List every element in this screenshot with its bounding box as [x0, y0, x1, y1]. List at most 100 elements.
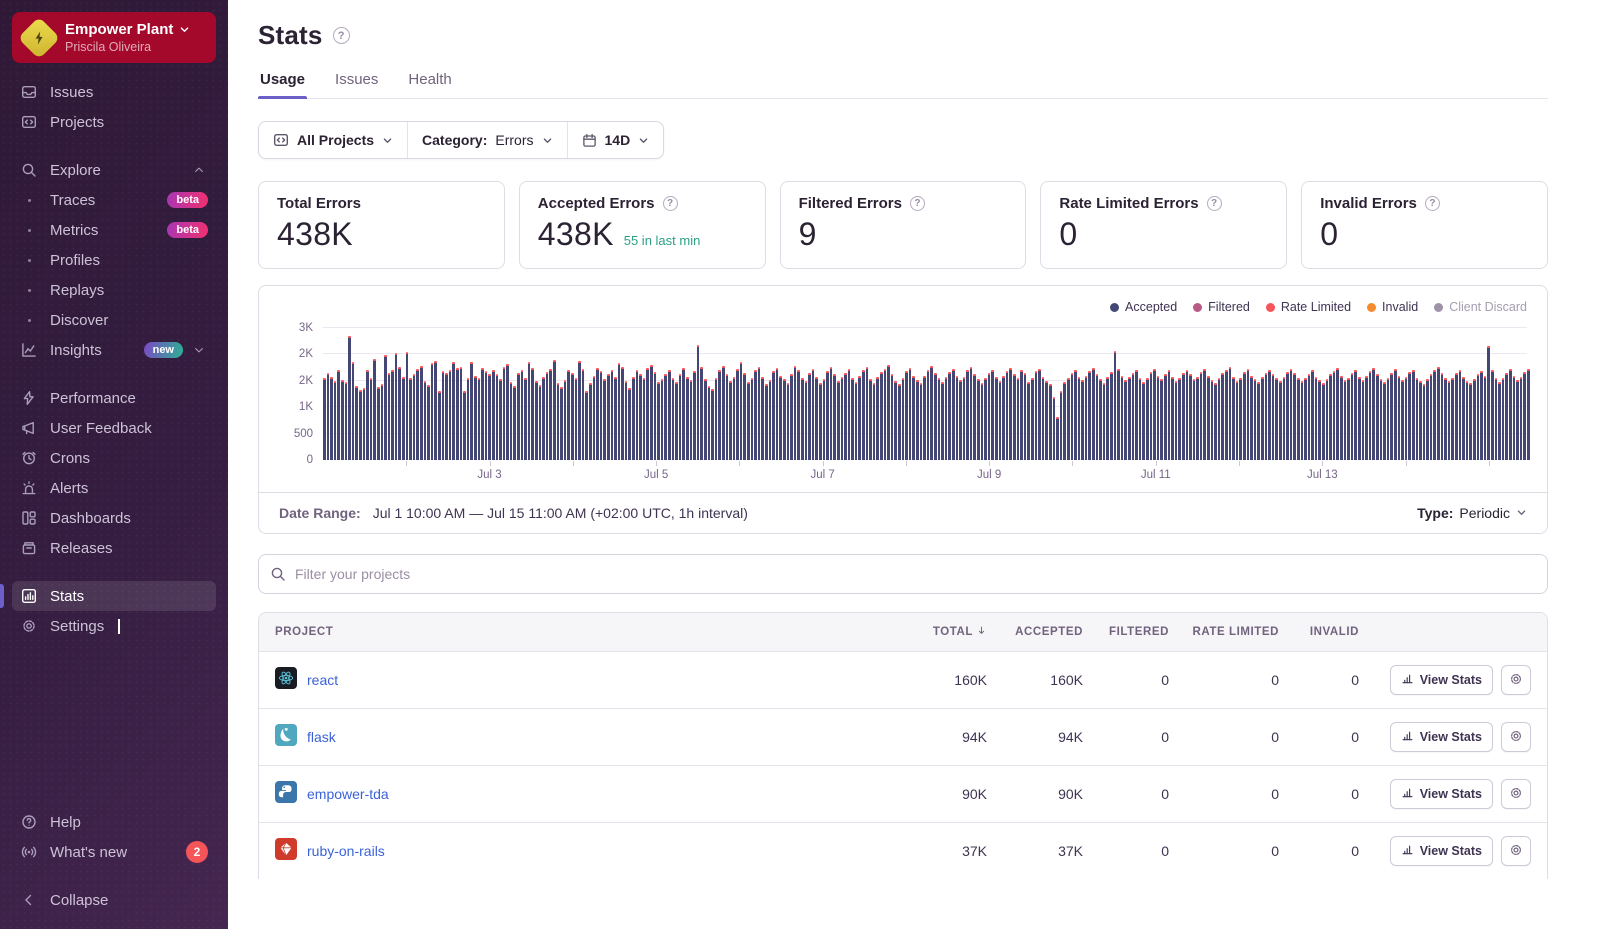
bar	[1423, 384, 1426, 460]
sidebar-item-traces[interactable]: Tracesbeta	[12, 185, 216, 215]
column-header-accepted[interactable]: ACCEPTED	[987, 626, 1083, 638]
bar	[442, 371, 445, 460]
bar	[539, 385, 542, 460]
page-help-icon[interactable]: ?	[333, 27, 350, 44]
sidebar-item-label: User Feedback	[50, 420, 152, 437]
cell-rate-limited: 0	[1169, 672, 1279, 688]
sidebar-item-explore[interactable]: Explore	[12, 155, 216, 185]
project-settings-button[interactable]	[1501, 722, 1531, 752]
bar	[1189, 374, 1192, 460]
bar	[636, 370, 639, 460]
column-header-invalid[interactable]: INVALID	[1279, 626, 1359, 638]
sidebar-item-alerts[interactable]: Alerts	[12, 473, 216, 503]
tab-usage[interactable]: Usage	[258, 67, 307, 98]
bar	[1132, 373, 1135, 460]
tab-health[interactable]: Health	[406, 67, 453, 98]
sidebar-item-help[interactable]: Help	[12, 807, 216, 837]
sidebar-item-issues[interactable]: Issues	[12, 77, 216, 107]
bar	[449, 370, 452, 460]
project-settings-button[interactable]	[1501, 779, 1531, 809]
projects-table-body: react160K160K000View Statsflask94K94K000…	[259, 651, 1547, 879]
help-icon[interactable]: ?	[910, 196, 925, 211]
sidebar-item-dashboards[interactable]: Dashboards	[12, 503, 216, 533]
sidebar-item-stats[interactable]: Stats	[12, 581, 216, 611]
category-selector[interactable]: Category: Errors	[407, 122, 566, 158]
bar	[1383, 382, 1386, 460]
view-stats-button[interactable]: View Stats	[1390, 836, 1493, 866]
help-icon[interactable]: ?	[1425, 196, 1440, 211]
project-link[interactable]: react	[307, 672, 338, 688]
score-card: Invalid Errors?0	[1301, 181, 1548, 269]
legend-dot-icon	[1434, 303, 1443, 312]
sidebar-item-label: What's new	[50, 844, 127, 861]
sidebar-item-performance[interactable]: Performance	[12, 383, 216, 413]
sidebar-item-projects[interactable]: Projects	[12, 107, 216, 137]
bar	[582, 369, 585, 460]
issues-icon	[20, 83, 38, 101]
gear-icon	[1509, 672, 1523, 689]
legend-item-invalid[interactable]: Invalid	[1367, 300, 1418, 314]
search-icon	[20, 161, 38, 179]
project-selector[interactable]: All Projects	[259, 122, 407, 158]
bar	[463, 391, 466, 460]
project-filter-input[interactable]	[258, 554, 1548, 594]
bar	[779, 376, 782, 460]
bar	[808, 373, 811, 460]
project-filter-box	[258, 554, 1548, 594]
column-header-project[interactable]: PROJECT	[275, 626, 879, 638]
project-link[interactable]: flask	[307, 729, 336, 745]
sidebar-item-whats-new[interactable]: What's new2	[12, 837, 216, 867]
tab-issues[interactable]: Issues	[333, 67, 380, 98]
project-link[interactable]: empower-tda	[307, 786, 389, 802]
cell-invalid: 0	[1279, 843, 1359, 859]
bar	[438, 391, 441, 460]
org-switcher[interactable]: Empower Plant Priscila Oliveira	[12, 12, 216, 63]
legend-label: Invalid	[1382, 300, 1418, 314]
column-header-rate-limited[interactable]: RATE LIMITED	[1169, 626, 1279, 638]
bar	[722, 366, 725, 460]
bar	[373, 359, 376, 460]
gear-icon	[1509, 843, 1523, 860]
help-icon[interactable]: ?	[663, 196, 678, 211]
sidebar-item-collapse[interactable]: Collapse	[12, 885, 216, 915]
legend-item-filtered[interactable]: Filtered	[1193, 300, 1250, 314]
sidebar-item-metrics[interactable]: Metricsbeta	[12, 215, 216, 245]
column-header-total[interactable]: TOTAL	[879, 625, 987, 639]
view-stats-button[interactable]: View Stats	[1390, 665, 1493, 695]
help-icon[interactable]: ?	[1207, 196, 1222, 211]
sidebar-item-crons[interactable]: Crons	[12, 443, 216, 473]
bar	[672, 378, 675, 460]
view-stats-button[interactable]: View Stats	[1390, 722, 1493, 752]
sidebar-item-discover[interactable]: Discover	[12, 305, 216, 335]
sidebar-item-user-feedback[interactable]: User Feedback	[12, 413, 216, 443]
bar	[1236, 381, 1239, 460]
bar	[1520, 377, 1523, 460]
view-stats-button[interactable]: View Stats	[1390, 779, 1493, 809]
sidebar-item-replays[interactable]: Replays	[12, 275, 216, 305]
project-link[interactable]: ruby-on-rails	[307, 843, 385, 859]
bar	[535, 381, 538, 460]
column-header-filtered[interactable]: FILTERED	[1083, 626, 1169, 638]
bar	[769, 380, 772, 460]
sidebar-item-profiles[interactable]: Profiles	[12, 245, 216, 275]
chart-type-selector[interactable]: Type: Periodic	[1417, 505, 1527, 521]
platform-icon-react	[275, 667, 297, 694]
legend-item-client-discard[interactable]: Client Discard	[1434, 300, 1527, 314]
sidebar-item-insights[interactable]: Insightsnew	[12, 335, 216, 365]
sidebar-item-releases[interactable]: Releases	[12, 533, 216, 563]
x-axis-tick	[1322, 461, 1323, 466]
project-settings-button[interactable]	[1501, 836, 1531, 866]
legend-item-rate-limited[interactable]: Rate Limited	[1266, 300, 1351, 314]
sidebar-item-settings[interactable]: Settings	[12, 611, 216, 641]
score-card: Filtered Errors?9	[780, 181, 1027, 269]
chevron-down-icon	[382, 135, 393, 146]
bar	[427, 385, 430, 460]
project-settings-button[interactable]	[1501, 665, 1531, 695]
bar	[1297, 378, 1300, 460]
bar	[1085, 376, 1088, 460]
bar	[1229, 367, 1232, 460]
legend-item-accepted[interactable]: Accepted	[1110, 300, 1177, 314]
bar	[1013, 374, 1016, 460]
bar	[1498, 382, 1501, 460]
date-range-selector[interactable]: 14D	[567, 122, 664, 158]
